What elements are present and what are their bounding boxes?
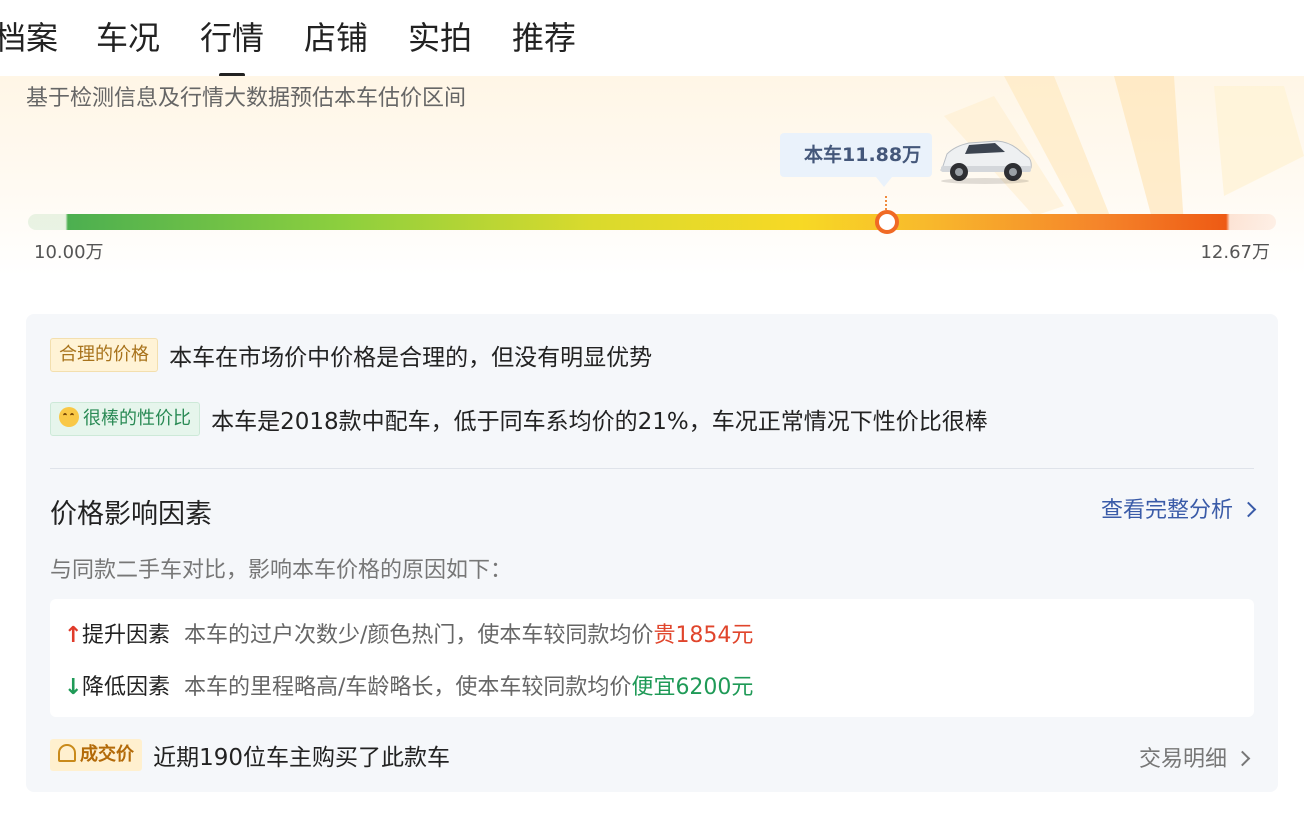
- deal-row: 成交价 近期190位车主购买了此款车: [50, 738, 450, 772]
- factors-list: ↑提升因素 本车的过户次数少/颜色热门，使本车较同款均价贵1854元 ↓降低因素本…: [50, 599, 1254, 717]
- factor-row-up: ↑提升因素 本车的过户次数少/颜色热门，使本车较同款均价贵1854元: [64, 617, 753, 649]
- chevron-right-icon: [1240, 501, 1257, 518]
- car-price-label: 本车11.88万: [804, 144, 922, 166]
- chevron-right-icon: [1234, 750, 1251, 767]
- factor-label: 提升因素: [82, 623, 171, 648]
- tab-photos[interactable]: 实拍: [408, 16, 472, 60]
- transaction-details-label: 交易明细: [1138, 747, 1227, 772]
- factor-label: 降低因素: [82, 675, 171, 700]
- factor-row-down: ↓降低因素 本车的里程略高/车龄略长，使本车较同款均价便宜6200元: [64, 669, 753, 701]
- arrow-up-icon: ↑: [64, 623, 83, 648]
- price-range-bar: [28, 214, 1276, 230]
- car-price-pointer: 本车11.88万: [780, 133, 932, 187]
- view-full-analysis-link[interactable]: 查看完整分析: [1100, 492, 1257, 524]
- pointer-stem: [885, 196, 887, 210]
- smiling-face-icon: [59, 407, 79, 427]
- factor-desc: 本车的里程略高/车龄略长，使本车较同款均价: [184, 675, 632, 700]
- value-tag-label: 很棒的性价比: [83, 408, 191, 429]
- value-tag: 很棒的性价比: [50, 402, 200, 436]
- factor-impact: 贵1854元: [653, 623, 754, 648]
- tag-icon: [58, 744, 76, 762]
- car-price-marker: [875, 210, 899, 234]
- price-analysis-card: 合理的价格 本车在市场价中价格是合理的，但没有明显优势 很棒的性价比 本车是20…: [26, 314, 1278, 792]
- range-min-label: 10.00万: [34, 242, 104, 263]
- tab-archive[interactable]: 档案: [0, 16, 58, 60]
- estimate-subtitle: 基于检测信息及行情大数据预估本车估价区间: [26, 86, 467, 111]
- verdict-text: 本车在市场价中价格是合理的，但没有明显优势: [169, 345, 653, 371]
- verdict-row: 合理的价格 本车在市场价中价格是合理的，但没有明显优势: [50, 338, 652, 372]
- view-full-analysis-label: 查看完整分析: [1100, 498, 1233, 523]
- range-max-label: 12.67万: [1200, 242, 1270, 263]
- tab-market[interactable]: 行情: [200, 16, 264, 77]
- verdict-text: 本车是2018款中配车，低于同车系均价的21%，车况正常情况下性价比很棒: [211, 409, 988, 435]
- verdict-row: 很棒的性价比 本车是2018款中配车，低于同车系均价的21%，车况正常情况下性价…: [50, 402, 988, 436]
- deal-price-tag-label: 成交价: [80, 744, 134, 765]
- divider: [50, 468, 1254, 469]
- reasonable-price-tag: 合理的价格: [50, 338, 158, 372]
- arrow-down-icon: ↓: [64, 675, 83, 700]
- factors-title: 价格影响因素: [50, 499, 212, 530]
- tab-bar: 档案 车况 行情 店铺 实拍 推荐: [0, 0, 1304, 77]
- tab-store[interactable]: 店铺: [304, 16, 368, 60]
- tab-condition[interactable]: 车况: [96, 16, 160, 60]
- tab-recommend[interactable]: 推荐: [512, 16, 576, 60]
- transaction-details-link[interactable]: 交易明细: [1138, 741, 1251, 773]
- deal-text: 近期190位车主购买了此款车: [153, 745, 450, 771]
- car-icon: [940, 140, 1032, 184]
- deal-price-tag: 成交价: [50, 739, 142, 771]
- factors-description: 与同款二手车对比，影响本车价格的原因如下：: [50, 558, 513, 583]
- factor-impact: 便宜6200元: [631, 675, 754, 700]
- factor-desc: 本车的过户次数少/颜色热门，使本车较同款均价: [184, 623, 654, 648]
- price-estimate-section: 基于检测信息及行情大数据预估本车估价区间 本车11.88万 10.00万 12.…: [0, 76, 1304, 276]
